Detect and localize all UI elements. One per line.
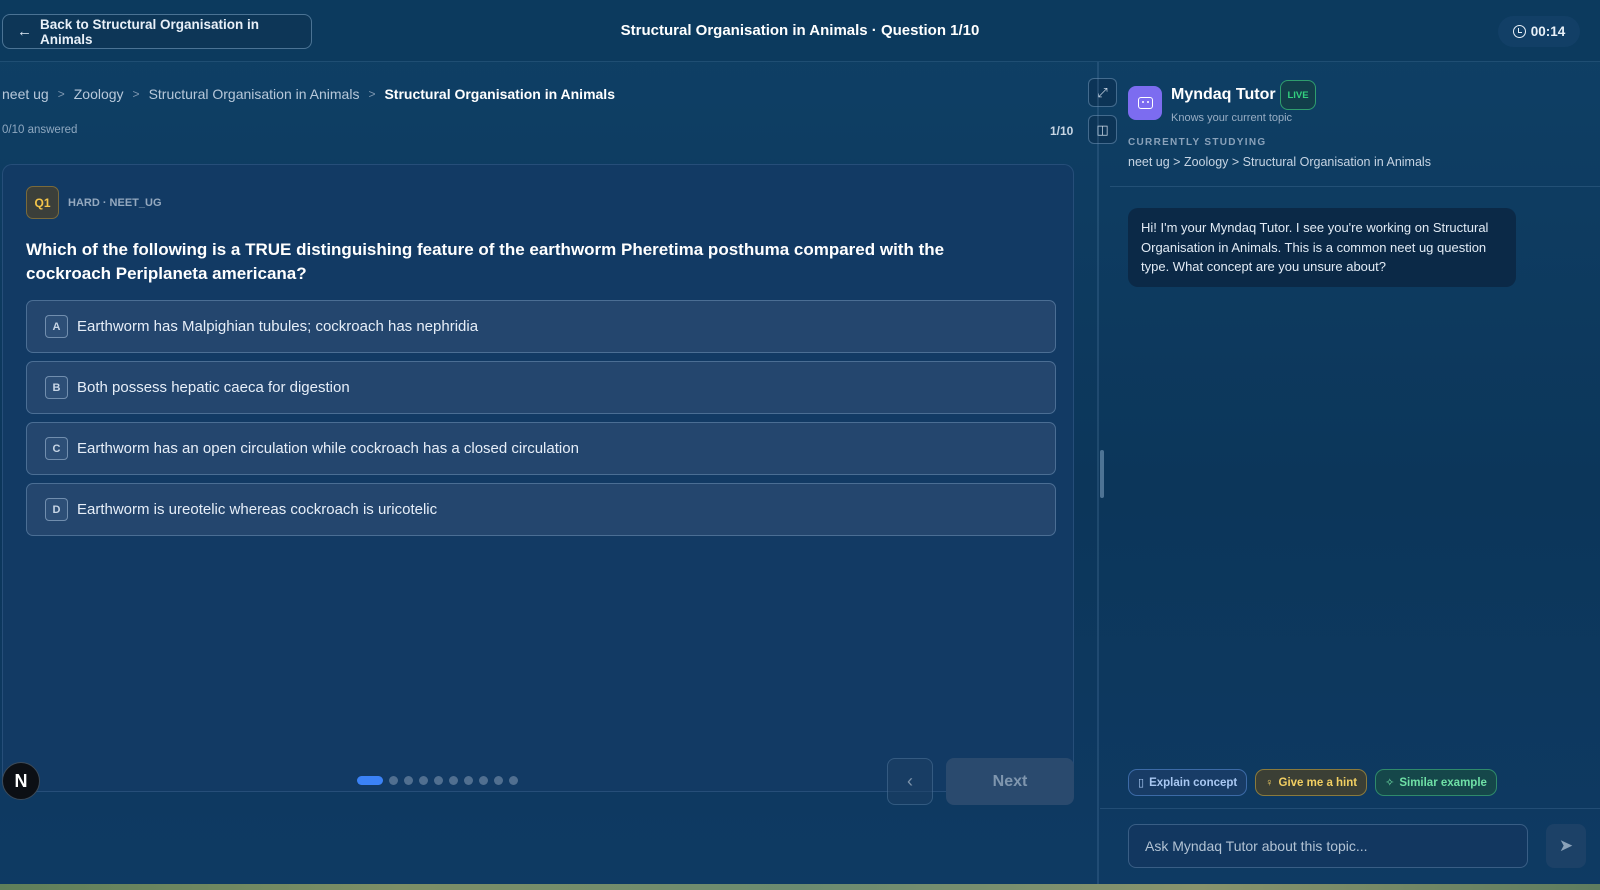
breadcrumb-item-exam[interactable]: neet ug bbox=[2, 86, 49, 102]
robot-icon bbox=[1137, 97, 1153, 109]
tutor-message: Hi! I'm your Myndaq Tutor. I see you're … bbox=[1128, 208, 1516, 287]
question-meta: HARD · NEET_UG bbox=[68, 197, 162, 209]
breadcrumb-item-subject[interactable]: Zoology bbox=[74, 86, 124, 102]
breadcrumb-item-topic: Structural Organisation in Animals bbox=[384, 86, 615, 102]
option-letter: A bbox=[45, 315, 68, 338]
option-text: Earthworm has Malpighian tubules; cockro… bbox=[77, 318, 479, 335]
explain-concept-chip[interactable]: ▯ Explain concept bbox=[1128, 769, 1248, 796]
question-dot-1[interactable] bbox=[357, 776, 383, 785]
question-dot-9[interactable] bbox=[494, 776, 503, 785]
previous-button[interactable]: ‹ bbox=[887, 758, 933, 805]
app-root: ← Back to Structural Organisation in Ani… bbox=[0, 0, 1600, 890]
option-text: Both possess hepatic caeca for digestion bbox=[77, 379, 350, 396]
bot-avatar bbox=[1128, 86, 1162, 120]
ask-tutor-input[interactable] bbox=[1128, 824, 1528, 868]
tutor-header-divider bbox=[1110, 186, 1600, 187]
answered-count: 0/10 answered bbox=[2, 124, 78, 136]
question-dot-4[interactable] bbox=[419, 776, 428, 785]
back-button[interactable]: ← Back to Structural Organisation in Ani… bbox=[2, 14, 312, 49]
option-c[interactable]: C Earthworm has an open circulation whil… bbox=[26, 422, 1056, 475]
bottom-strip bbox=[0, 884, 1600, 890]
question-counter: 1/10 bbox=[1050, 124, 1074, 138]
question-dot-10[interactable] bbox=[509, 776, 518, 785]
next-button[interactable]: Next bbox=[946, 758, 1074, 805]
option-letter: D bbox=[45, 498, 68, 521]
option-b[interactable]: B Both possess hepatic caeca for digesti… bbox=[26, 361, 1056, 414]
top-bar: ← Back to Structural Organisation in Ani… bbox=[0, 0, 1600, 62]
question-dot-5[interactable] bbox=[434, 776, 443, 785]
question-dot-8[interactable] bbox=[479, 776, 488, 785]
similar-example-chip[interactable]: ✧ Similar example bbox=[1375, 769, 1497, 796]
question-card: Q1 HARD · NEET_UG Which of the following… bbox=[2, 164, 1074, 792]
arrow-left-icon: ← bbox=[17, 23, 32, 40]
send-icon: ➤ bbox=[1558, 836, 1574, 855]
question-navigation: N ‹ Next bbox=[0, 746, 1097, 884]
timer: 00:14 bbox=[1498, 16, 1580, 47]
lightbulb-icon: ♀ bbox=[1265, 776, 1274, 789]
option-text: Earthworm is ureotelic whereas cockroach… bbox=[77, 501, 438, 518]
question-dot-6[interactable] bbox=[449, 776, 458, 785]
tutor-panel: Myndaq Tutor LIVE Knows your current top… bbox=[1100, 62, 1600, 884]
sparkle-icon: ✧ bbox=[1385, 777, 1395, 789]
tutor-subtitle: Knows your current topic bbox=[1171, 112, 1293, 124]
clock-icon bbox=[1512, 25, 1526, 38]
input-divider bbox=[1100, 808, 1600, 809]
chip-label: Similar example bbox=[1399, 776, 1487, 789]
panel-divider bbox=[1097, 62, 1099, 884]
back-button-label: Back to Structural Organisation in Anima… bbox=[40, 16, 260, 47]
question-dot-3[interactable] bbox=[404, 776, 413, 785]
question-number-badge: Q1 bbox=[26, 186, 59, 219]
breadcrumb-item-chapter[interactable]: Structural Organisation in Animals bbox=[149, 86, 360, 102]
option-letter: B bbox=[45, 376, 68, 399]
book-icon: ▯ bbox=[1138, 777, 1145, 789]
resize-handle[interactable] bbox=[1100, 450, 1104, 498]
chip-label: Give me a hint bbox=[1278, 776, 1358, 789]
options-list: A Earthworm has Malpighian tubules; cock… bbox=[26, 300, 1056, 544]
send-button[interactable]: ➤ bbox=[1546, 824, 1586, 868]
tutor-name: Myndaq Tutor bbox=[1171, 86, 1276, 103]
question-dot-2[interactable] bbox=[389, 776, 398, 785]
live-badge: LIVE bbox=[1280, 80, 1316, 110]
studying-path: neet ug > Zoology > Structural Organisat… bbox=[1128, 155, 1431, 169]
question-dots bbox=[357, 776, 518, 785]
give-hint-chip[interactable]: ♀ Give me a hint bbox=[1255, 769, 1368, 796]
breadcrumb-separator: > bbox=[132, 87, 140, 101]
option-a[interactable]: A Earthworm has Malpighian tubules; cock… bbox=[26, 300, 1056, 353]
question-panel: neet ug > Zoology > Structural Organisat… bbox=[0, 62, 1117, 806]
option-letter: C bbox=[45, 437, 68, 460]
timer-value: 00:14 bbox=[1530, 24, 1566, 39]
breadcrumb-separator: > bbox=[368, 87, 376, 101]
quick-actions: ▯ Explain concept ♀ Give me a hint ✧ Sim… bbox=[1128, 769, 1497, 796]
chip-label: Explain concept bbox=[1149, 776, 1238, 789]
breadcrumb: neet ug > Zoology > Structural Organisat… bbox=[2, 86, 615, 102]
chevron-left-icon: ‹ bbox=[907, 771, 913, 791]
app-logo[interactable]: N bbox=[2, 762, 40, 800]
question-text: Which of the following is a TRUE disting… bbox=[26, 240, 945, 283]
question-dot-7[interactable] bbox=[464, 776, 473, 785]
option-text: Earthworm has an open circulation while … bbox=[77, 440, 579, 457]
studying-label: CURRENTLY STUDYING bbox=[1128, 137, 1267, 148]
breadcrumb-separator: > bbox=[57, 87, 65, 101]
option-d[interactable]: D Earthworm is ureotelic whereas cockroa… bbox=[26, 483, 1056, 536]
